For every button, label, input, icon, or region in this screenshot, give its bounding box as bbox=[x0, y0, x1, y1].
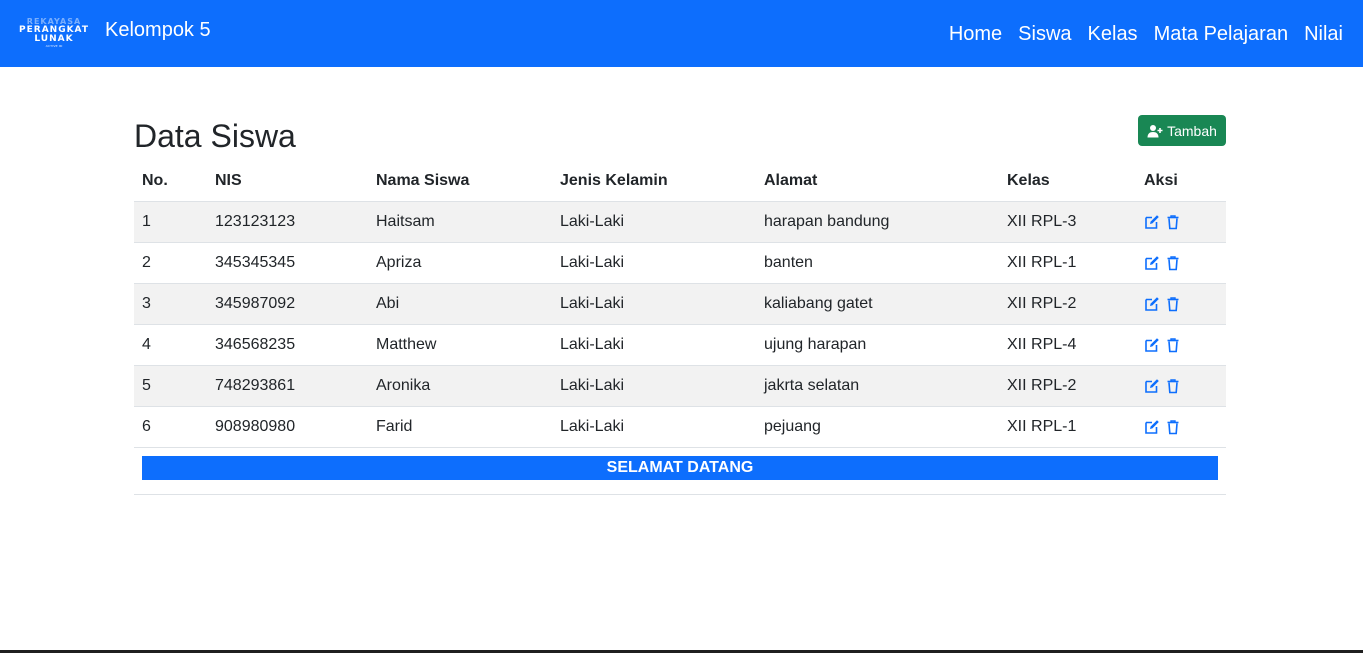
page-title: Data Siswa bbox=[134, 118, 296, 154]
nav-link-home[interactable]: Home bbox=[949, 22, 1002, 46]
footer-divider bbox=[134, 494, 1226, 495]
cell-nis: 345345345 bbox=[207, 242, 368, 284]
cell-nama: Aronika bbox=[368, 365, 552, 407]
header-alamat: Alamat bbox=[756, 161, 999, 202]
cell-alamat: ujung harapan bbox=[756, 324, 999, 366]
cell-no: 2 bbox=[134, 242, 207, 284]
cell-jk: Laki-Laki bbox=[552, 365, 756, 407]
add-button-label: Tambah bbox=[1167, 122, 1217, 139]
header-no: No. bbox=[134, 161, 207, 202]
cell-kelas: XII RPL-4 bbox=[999, 324, 1136, 366]
cell-jk: Laki-Laki bbox=[552, 201, 756, 243]
cell-alamat: banten bbox=[756, 242, 999, 284]
table-row: 1 123123123 Haitsam Laki-Laki harapan bandun… bbox=[134, 201, 1226, 243]
table-row: 6 908980980 Farid Laki-Laki pejuang XII RPL-1 bbox=[134, 406, 1226, 448]
cell-alamat: jakrta selatan bbox=[756, 365, 999, 407]
add-student-button[interactable]: Tambah bbox=[1138, 115, 1226, 146]
cell-aksi bbox=[1136, 324, 1226, 366]
row-actions bbox=[1144, 378, 1218, 394]
cell-jk: Laki-Laki bbox=[552, 242, 756, 284]
cell-aksi bbox=[1136, 201, 1226, 243]
logo-line-1: REKAYASA bbox=[26, 17, 82, 26]
cell-kelas: XII RPL-1 bbox=[999, 242, 1136, 284]
row-actions bbox=[1144, 255, 1218, 271]
cell-alamat: harapan bandung bbox=[756, 201, 999, 243]
header-aksi: Aksi bbox=[1136, 161, 1226, 202]
cell-nama: Apriza bbox=[368, 242, 552, 284]
edit-icon[interactable] bbox=[1144, 255, 1160, 271]
cell-nama: Abi bbox=[368, 283, 552, 325]
header-nis: NIS bbox=[207, 161, 368, 202]
logo-line-4: ACTIVE ID bbox=[45, 44, 63, 48]
header-nama-siswa: Nama Siswa bbox=[368, 161, 552, 202]
nav-links: Home Siswa Kelas Mata Pelajaran Nilai bbox=[949, 22, 1343, 46]
brand[interactable]: REKAYASA PERANGKAT LUNAK ACTIVE ID Kelom… bbox=[9, 18, 211, 48]
row-actions bbox=[1144, 296, 1218, 312]
cell-aksi bbox=[1136, 242, 1226, 284]
trash-icon[interactable] bbox=[1165, 296, 1181, 312]
edit-icon[interactable] bbox=[1144, 419, 1160, 435]
trash-icon[interactable] bbox=[1165, 378, 1181, 394]
edit-icon[interactable] bbox=[1144, 296, 1160, 312]
cell-no: 5 bbox=[134, 365, 207, 407]
nav-link-siswa[interactable]: Siswa bbox=[1018, 22, 1071, 46]
trash-icon[interactable] bbox=[1165, 214, 1181, 230]
cell-nama: Haitsam bbox=[368, 201, 552, 243]
cell-nis: 908980980 bbox=[207, 406, 368, 448]
logo: REKAYASA PERANGKAT LUNAK ACTIVE ID bbox=[9, 18, 99, 48]
cell-no: 3 bbox=[134, 283, 207, 325]
header-jenis-kelamin: Jenis Kelamin bbox=[552, 161, 756, 202]
cell-nis: 346568235 bbox=[207, 324, 368, 366]
cell-aksi bbox=[1136, 365, 1226, 407]
user-plus-icon bbox=[1147, 124, 1163, 137]
cell-kelas: XII RPL-2 bbox=[999, 283, 1136, 325]
cell-nis: 345987092 bbox=[207, 283, 368, 325]
nav-link-nilai[interactable]: Nilai bbox=[1304, 22, 1343, 46]
cell-no: 1 bbox=[134, 201, 207, 243]
cell-nama: Matthew bbox=[368, 324, 552, 366]
nav-link-kelas[interactable]: Kelas bbox=[1088, 22, 1138, 46]
student-table: No. NIS Nama Siswa Jenis Kelamin Alamat … bbox=[134, 161, 1226, 448]
brand-title[interactable]: Kelompok 5 bbox=[105, 19, 211, 42]
edit-icon[interactable] bbox=[1144, 337, 1160, 353]
cell-jk: Laki-Laki bbox=[552, 283, 756, 325]
cell-aksi bbox=[1136, 406, 1226, 448]
trash-icon[interactable] bbox=[1165, 337, 1181, 353]
row-actions bbox=[1144, 214, 1218, 230]
cell-nis: 748293861 bbox=[207, 365, 368, 407]
row-actions bbox=[1144, 337, 1218, 353]
cell-kelas: XII RPL-2 bbox=[999, 365, 1136, 407]
table-header-row: No. NIS Nama Siswa Jenis Kelamin Alamat … bbox=[134, 161, 1226, 202]
trash-icon[interactable] bbox=[1165, 255, 1181, 271]
table-row: 3 345987092 Abi Laki-Laki kaliabang gatet XII… bbox=[134, 283, 1226, 325]
navbar: REKAYASA PERANGKAT LUNAK ACTIVE ID Kelom… bbox=[0, 0, 1363, 67]
trash-icon[interactable] bbox=[1165, 419, 1181, 435]
cell-no: 4 bbox=[134, 324, 207, 366]
table-row: 5 748293861 Aronika Laki-Laki jakrta selatan… bbox=[134, 365, 1226, 407]
header-kelas: Kelas bbox=[999, 161, 1136, 202]
cell-nis: 123123123 bbox=[207, 201, 368, 243]
nav-link-mata-pelajaran[interactable]: Mata Pelajaran bbox=[1154, 22, 1289, 46]
row-actions bbox=[1144, 419, 1218, 435]
table-row: 2 345345345 Apriza Laki-Laki banten XII RPL-1 bbox=[134, 242, 1226, 284]
edit-icon[interactable] bbox=[1144, 214, 1160, 230]
cell-jk: Laki-Laki bbox=[552, 324, 756, 366]
cell-no: 6 bbox=[134, 406, 207, 448]
cell-kelas: XII RPL-1 bbox=[999, 406, 1136, 448]
cell-kelas: XII RPL-3 bbox=[999, 201, 1136, 243]
cell-nama: Farid bbox=[368, 406, 552, 448]
table-row: 4 346568235 Matthew Laki-Laki ujung harapan X… bbox=[134, 324, 1226, 366]
logo-line-3: LUNAK bbox=[34, 34, 74, 44]
cell-alamat: pejuang bbox=[756, 406, 999, 448]
cell-aksi bbox=[1136, 283, 1226, 325]
cell-alamat: kaliabang gatet bbox=[756, 283, 999, 325]
cell-jk: Laki-Laki bbox=[552, 406, 756, 448]
edit-icon[interactable] bbox=[1144, 378, 1160, 394]
welcome-banner: SELAMAT DATANG bbox=[142, 456, 1218, 480]
